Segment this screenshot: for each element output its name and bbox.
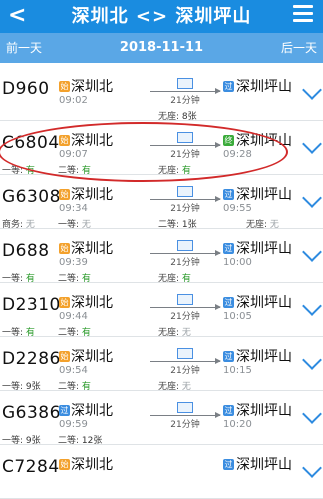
duration-text: 21分钟 — [170, 366, 200, 376]
duration-indicator: 21分钟 — [150, 348, 221, 376]
train-row[interactable]: C7284 始深圳北 过深圳坪山 — [0, 445, 323, 499]
departure-badge: 始 — [59, 459, 70, 470]
duration-text: 21分钟 — [170, 258, 200, 268]
arrival-station: 深圳坪山 — [236, 457, 292, 473]
arrow-icon — [150, 358, 221, 364]
arrival-badge: 过 — [223, 351, 234, 362]
departure-station: 深圳北 — [71, 349, 113, 365]
chevron-down-icon[interactable] — [302, 296, 322, 316]
train-number: D688 — [2, 241, 50, 261]
arrow-icon — [150, 412, 221, 418]
arrival-badge: 过 — [223, 81, 234, 92]
menu-icon[interactable] — [293, 5, 313, 25]
train-row[interactable]: G6308 始深圳北 09:34 21分钟过深圳坪山 09:55 商务: 无一等: 无二等… — [0, 175, 323, 230]
departure-time: 09:54 — [59, 365, 88, 376]
route-title: 深圳北 <> 深圳坪山 — [71, 6, 252, 27]
chevron-down-icon[interactable] — [302, 188, 322, 208]
duration-indicator: 21分钟 — [150, 186, 221, 214]
departure-badge: 过 — [59, 405, 70, 416]
departure-time: 09:34 — [59, 203, 88, 214]
departure-station: 深圳北 — [71, 295, 113, 311]
train-row[interactable]: D2286 始深圳北 09:54 21分钟过深圳坪山 10:15 一等: 9张 二等: 有无… — [0, 337, 323, 392]
chevron-down-icon[interactable] — [302, 350, 322, 370]
title-bar: < 深圳北 <> 深圳坪山 — [0, 0, 323, 33]
train-row[interactable]: D960 始深圳北 09:02 21分钟过深圳坪山 无座: 8张 — [0, 63, 323, 122]
train-row[interactable]: D688 始深圳北 09:39 21分钟过深圳坪山 10:00 一等: 有二等: 有无座:… — [0, 229, 323, 284]
arrival-station: 深圳坪山 — [236, 187, 292, 203]
train-icon — [177, 240, 193, 251]
duration-text: 21分钟 — [170, 420, 200, 430]
arrival-station: 深圳坪山 — [236, 349, 292, 365]
duration-text: 21分钟 — [170, 96, 200, 106]
chevron-down-icon[interactable] — [302, 134, 322, 154]
arrival-badge: 过 — [223, 405, 234, 416]
departure-station: 深圳北 — [71, 241, 113, 257]
departure-badge: 始 — [59, 81, 70, 92]
departure-badge: 始 — [59, 351, 70, 362]
arrival-badge: 过 — [223, 243, 234, 254]
departure-station: 深圳北 — [71, 403, 113, 419]
train-icon — [177, 78, 193, 89]
arrow-icon — [150, 304, 221, 310]
departure-time: 09:39 — [59, 257, 88, 268]
chevron-down-icon[interactable] — [302, 242, 322, 262]
train-number: D960 — [2, 79, 50, 99]
arrival-time: 10:20 — [223, 419, 252, 430]
arrival-station: 深圳坪山 — [236, 403, 292, 419]
arrival-time: 10:05 — [223, 311, 252, 322]
train-icon — [177, 348, 193, 359]
departure-badge: 始 — [59, 243, 70, 254]
duration-indicator: 21分钟 — [150, 294, 221, 322]
train-icon — [177, 294, 193, 305]
duration-indicator: 21分钟 — [150, 240, 221, 268]
train-number: G6386 — [2, 403, 61, 423]
date-bar: 前一天 2018-11-11 后一天 — [0, 33, 323, 63]
chevron-down-icon[interactable] — [302, 404, 322, 424]
arrival-time: 09:55 — [223, 203, 252, 214]
duration-indicator: 21分钟 — [150, 78, 221, 106]
departure-station: 深圳北 — [71, 187, 113, 203]
duration-text: 21分钟 — [170, 312, 200, 322]
departure-badge: 始 — [59, 297, 70, 308]
departure-time: 09:59 — [59, 419, 88, 430]
duration-indicator: 21分钟 — [150, 402, 221, 430]
train-row[interactable]: D2310 始深圳北 09:44 21分钟过深圳坪山 10:05 一等: 有二等: 有无座… — [0, 283, 323, 338]
arrow-icon — [150, 250, 221, 256]
arrival-station: 深圳坪山 — [236, 79, 292, 95]
departure-time: 09:44 — [59, 311, 88, 322]
train-icon — [177, 186, 193, 197]
train-icon — [177, 402, 193, 413]
departure-time: 09:02 — [59, 95, 88, 106]
date-label[interactable]: 2018-11-11 — [0, 33, 323, 63]
train-number: D2286 — [2, 349, 61, 369]
arrival-badge: 过 — [223, 189, 234, 200]
train-number: G6308 — [2, 187, 61, 207]
next-day-button[interactable]: 后一天 — [281, 33, 317, 63]
arrival-time: 10:00 — [223, 257, 252, 268]
departure-station: 深圳北 — [71, 79, 113, 95]
departure-station: 深圳北 — [71, 457, 113, 473]
chevron-down-icon[interactable] — [302, 458, 322, 478]
train-number: D2310 — [2, 295, 61, 315]
arrival-station: 深圳坪山 — [236, 241, 292, 257]
arrow-icon — [150, 88, 221, 94]
train-row[interactable]: G6386 过深圳北 09:59 21分钟过深圳坪山 10:20 一等: 9张 二等: 12… — [0, 391, 323, 446]
departure-badge: 始 — [59, 189, 70, 200]
highlight-circle — [0, 122, 288, 182]
duration-text: 21分钟 — [170, 204, 200, 214]
chevron-down-icon[interactable] — [302, 80, 322, 100]
arrival-badge: 过 — [223, 459, 234, 470]
arrow-icon — [150, 196, 221, 202]
train-number: C7284 — [2, 457, 60, 477]
arrival-badge: 过 — [223, 297, 234, 308]
arrival-time: 10:15 — [223, 365, 252, 376]
arrival-station: 深圳坪山 — [236, 295, 292, 311]
